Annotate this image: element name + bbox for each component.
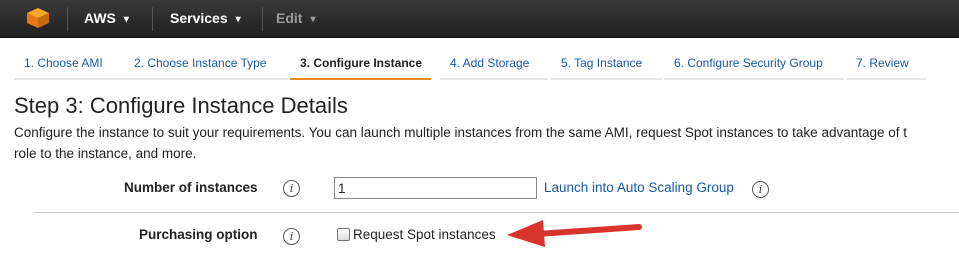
nav-separator [262, 7, 263, 31]
edit-menu-label: Edit [276, 10, 303, 26]
chevron-down-icon: ▾ [235, 14, 241, 25]
edit-menu[interactable]: Edit ▾ [276, 10, 315, 26]
number-of-instances-label: Number of instances [124, 180, 258, 195]
aws-cube-logo-icon[interactable] [26, 7, 50, 29]
tab-review[interactable]: 7. Review [846, 50, 926, 80]
page-description: Configure the instance to suit your requ… [14, 122, 959, 164]
tab-choose-instance-type[interactable]: 2. Choose Instance Type [124, 50, 288, 80]
top-nav-bar: AWS ▾ Services ▾ Edit ▾ [0, 0, 959, 38]
info-icon[interactable]: i [752, 181, 769, 198]
tab-choose-ami[interactable]: 1. Choose AMI [14, 50, 131, 80]
chevron-down-icon: ▾ [310, 14, 316, 25]
nav-separator [152, 7, 153, 31]
chevron-down-icon: ▾ [123, 14, 129, 25]
request-spot-instances-label[interactable]: Request Spot instances [353, 227, 496, 242]
description-line-1: Configure the instance to suit your requ… [14, 125, 908, 140]
aws-menu-label: AWS [84, 10, 116, 26]
tab-add-storage[interactable]: 4. Add Storage [440, 50, 548, 80]
services-menu-label: Services [170, 10, 228, 26]
info-icon[interactable]: i [283, 228, 300, 245]
tab-configure-instance[interactable]: 3. Configure Instance [290, 50, 431, 80]
request-spot-instances-checkbox[interactable] [337, 228, 350, 241]
page-title: Step 3: Configure Instance Details [14, 93, 348, 118]
purchasing-option-label: Purchasing option [139, 227, 258, 242]
nav-separator [67, 7, 68, 31]
info-icon[interactable]: i [283, 180, 300, 197]
aws-account-menu[interactable]: AWS ▾ [84, 10, 129, 26]
divider [34, 212, 959, 213]
number-of-instances-input[interactable] [334, 177, 537, 199]
tab-configure-security-group[interactable]: 6. Configure Security Group [664, 50, 844, 80]
launch-auto-scaling-link[interactable]: Launch into Auto Scaling Group [544, 180, 734, 195]
tab-tag-instance[interactable]: 5. Tag Instance [551, 50, 662, 80]
services-menu[interactable]: Services ▾ [170, 10, 241, 26]
description-line-2: role to the instance, and more. [14, 146, 197, 161]
red-arrow-annotation-icon [507, 220, 642, 247]
